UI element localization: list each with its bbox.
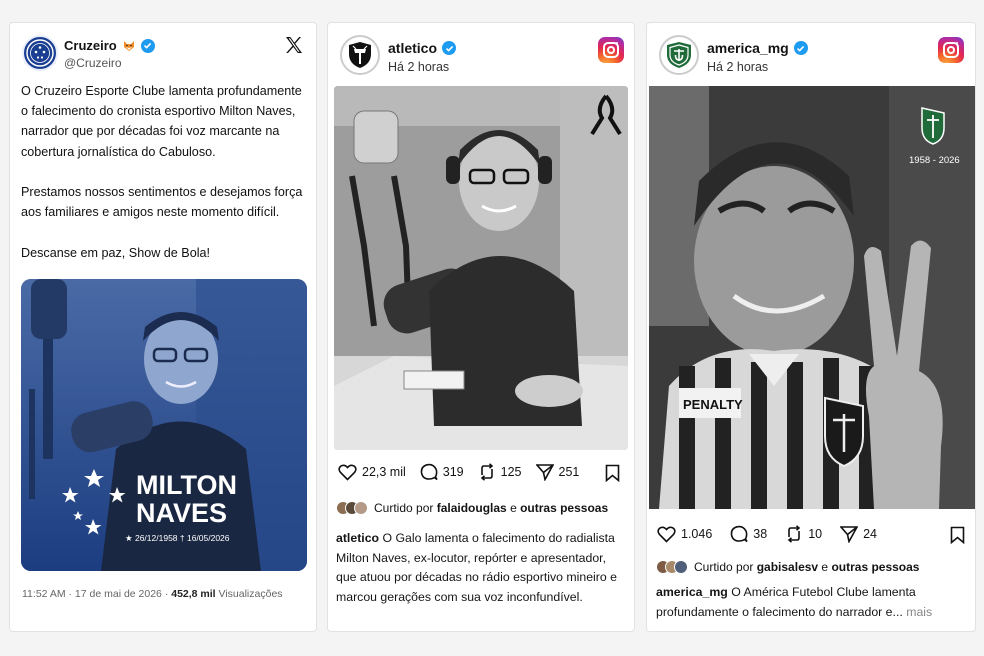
tribute-photo-illustration: MILTON NAVES ★ 26/12/1958 † 16/05/2026 xyxy=(21,279,307,571)
liked-by-user[interactable]: falaidouglas xyxy=(437,501,507,515)
instagram-post-america: america_mg Há 2 horas PENALTY 1958 - 202… xyxy=(646,22,976,632)
liker-avatar xyxy=(674,560,688,574)
comment-action[interactable]: 38 xyxy=(730,525,767,543)
repost-action[interactable]: 125 xyxy=(478,463,522,481)
shirt-brand: PENALTY xyxy=(683,397,743,412)
share-action[interactable]: 24 xyxy=(840,525,877,543)
liked-by-prefix: Curtido por xyxy=(694,560,754,574)
views-label: Visualizações xyxy=(215,588,283,600)
share-count: 251 xyxy=(558,465,580,479)
liked-by-user[interactable]: gabisalesv xyxy=(757,560,818,574)
repost-icon xyxy=(787,525,801,543)
display-name-text: Cruzeiro xyxy=(64,38,117,53)
tribute-name-line1: MILTON xyxy=(136,470,237,500)
like-count: 22,3 mil xyxy=(362,465,406,479)
verified-badge-icon xyxy=(793,41,808,55)
share-icon xyxy=(535,464,554,481)
tweet-paragraph: Descanse em paz, Show de Bola! xyxy=(21,245,211,260)
liked-by-mid: e xyxy=(506,501,521,515)
username-text: america_mg xyxy=(707,40,789,56)
x-logo-icon[interactable] xyxy=(284,35,304,55)
tweet-text: O Cruzeiro Esporte Clube lamenta profund… xyxy=(21,81,311,283)
liked-by-mid: e xyxy=(818,560,832,574)
tweet-timestamp[interactable]: 11:52 AM · 17 de mai de 2026 · xyxy=(22,588,171,600)
heart-icon xyxy=(338,463,357,481)
tweet-media-image[interactable]: MILTON NAVES ★ 26/12/1958 † 16/05/2026 xyxy=(21,279,307,571)
years-label: 1958 - 2026 xyxy=(909,155,960,166)
liked-by-others[interactable]: outras pessoas xyxy=(520,501,608,515)
atletico-crest-icon xyxy=(349,42,371,68)
comment-action[interactable]: 319 xyxy=(420,463,464,481)
atletico-username[interactable]: atletico xyxy=(388,40,457,56)
america-username[interactable]: america_mg xyxy=(707,40,808,56)
caption-more-link[interactable]: mais xyxy=(903,605,932,619)
tribute-name-line2: NAVES xyxy=(136,498,227,528)
heart-icon xyxy=(657,525,676,543)
post-actions: 22,3 mil 319 125 251 xyxy=(338,463,579,481)
liked-by-avatars xyxy=(656,560,688,574)
post-caption: atletico O Galo lamenta o falecimento do… xyxy=(336,529,628,607)
twitter-handle[interactable]: @Cruzeiro xyxy=(64,56,122,70)
caption-username[interactable]: atletico xyxy=(336,531,379,545)
post-caption: america_mg O América Futebol Clube lamen… xyxy=(656,583,968,622)
comment-count: 38 xyxy=(753,527,768,541)
atletico-avatar[interactable] xyxy=(340,35,380,75)
like-action[interactable]: 1.046 xyxy=(657,525,713,543)
verified-badge-icon xyxy=(442,41,457,55)
share-icon xyxy=(840,526,859,543)
liked-by: Curtido por gabisalesv e outras pessoas xyxy=(656,560,919,574)
liked-by-others[interactable]: outras pessoas xyxy=(831,560,919,574)
tweet-paragraph: O Cruzeiro Esporte Clube lamenta profund… xyxy=(21,84,302,159)
post-time: Há 2 horas xyxy=(707,60,769,74)
verified-badge-icon xyxy=(140,38,155,53)
liked-by-avatars xyxy=(336,501,368,515)
fox-emoji-icon xyxy=(123,40,134,51)
liker-avatar xyxy=(354,501,368,515)
caption-text: O Galo lamenta o falecimento do radialis… xyxy=(336,531,617,604)
liked-by: Curtido por falaidouglas e outras pessoa… xyxy=(336,501,608,515)
fan-photo-illustration: PENALTY 1958 - 2026 xyxy=(649,86,975,509)
repost-action[interactable]: 10 xyxy=(785,525,822,543)
tweet-metadata: 11:52 AM · 17 de mai de 2026 · 452,8 mil… xyxy=(22,588,283,600)
like-count: 1.046 xyxy=(681,527,713,541)
comment-icon xyxy=(420,463,438,481)
share-action[interactable]: 251 xyxy=(535,463,580,481)
instagram-post-atletico: atletico Há 2 horas 22,3 mil 319 125 251… xyxy=(327,22,635,632)
liked-by-prefix: Curtido por xyxy=(374,501,434,515)
radio-studio-photo-illustration xyxy=(334,86,628,450)
repost-count: 125 xyxy=(500,465,522,479)
twitter-post-card: Cruzeiro @Cruzeiro O Cruzeiro Esporte Cl… xyxy=(9,22,317,632)
caption-username[interactable]: america_mg xyxy=(656,585,728,599)
post-actions: 1.046 38 10 24 xyxy=(657,525,877,543)
cruzeiro-avatar[interactable] xyxy=(22,35,58,71)
views-count: 452,8 mil xyxy=(171,588,216,600)
comment-count: 319 xyxy=(442,465,464,479)
post-time: Há 2 horas xyxy=(388,60,450,74)
repost-icon xyxy=(480,463,493,481)
repost-count: 10 xyxy=(808,527,823,541)
america-crest-icon xyxy=(667,42,691,68)
bookmark-icon[interactable] xyxy=(950,526,965,544)
instagram-logo-icon[interactable] xyxy=(938,37,964,63)
tweet-paragraph: Prestamos nossos sentimentos e desejamos… xyxy=(21,185,303,220)
bookmark-icon[interactable] xyxy=(605,464,620,482)
username-text: atletico xyxy=(388,40,438,56)
instagram-logo-icon[interactable] xyxy=(598,37,624,63)
twitter-display-name[interactable]: Cruzeiro xyxy=(64,38,155,53)
comment-icon xyxy=(730,525,748,543)
america-avatar[interactable] xyxy=(659,35,699,75)
cruzeiro-crest-icon xyxy=(26,39,54,67)
share-count: 24 xyxy=(863,527,877,541)
post-photo[interactable]: PENALTY 1958 - 2026 xyxy=(649,86,975,509)
tribute-dates: ★ 26/12/1958 † 16/05/2026 xyxy=(125,533,230,543)
post-photo[interactable] xyxy=(334,86,628,450)
like-action[interactable]: 22,3 mil xyxy=(338,463,406,481)
